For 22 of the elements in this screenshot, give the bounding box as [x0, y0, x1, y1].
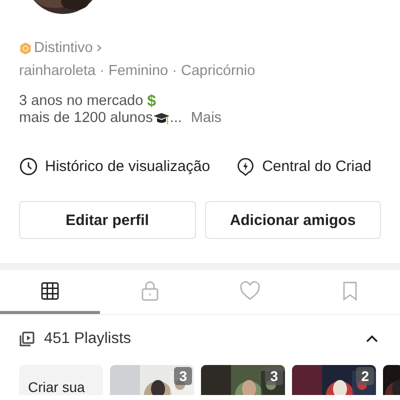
- clock-icon: [19, 157, 38, 176]
- shortcut-link[interactable]: Histórico de visualização: [45, 158, 210, 175]
- caret-up-icon[interactable]: [365, 334, 379, 344]
- video-count: 3: [265, 367, 283, 385]
- ellipsis: ...: [170, 110, 182, 127]
- playlist-icon: [19, 331, 35, 347]
- bio-text: 3 anos no mercado: [19, 93, 144, 110]
- shortcut-link[interactable]: Central do Criad: [262, 158, 372, 175]
- graduation-cap-icon: [152, 112, 170, 125]
- edit-profile-button[interactable]: Editar perfil: [19, 201, 196, 239]
- chevron-icon: [94, 43, 103, 53]
- add-friends-button[interactable]: Adicionar amigos: [204, 201, 381, 239]
- bio-text: mais de 1200 alunos: [19, 110, 153, 127]
- video-count: 3: [174, 367, 192, 385]
- lightning-icon: [236, 157, 256, 176]
- more-link[interactable]: Mais: [190, 110, 222, 127]
- profile-info: rainharoleta · Feminino · Capricórnio: [19, 62, 256, 81]
- playlists-title: 451 Playlists: [44, 330, 132, 348]
- hexagon-icon: [19, 42, 32, 54]
- dollar-symbol: $: [147, 93, 156, 110]
- video-count: 2: [356, 367, 374, 385]
- create-playlist-card[interactable]: Criar sua: [19, 365, 103, 395]
